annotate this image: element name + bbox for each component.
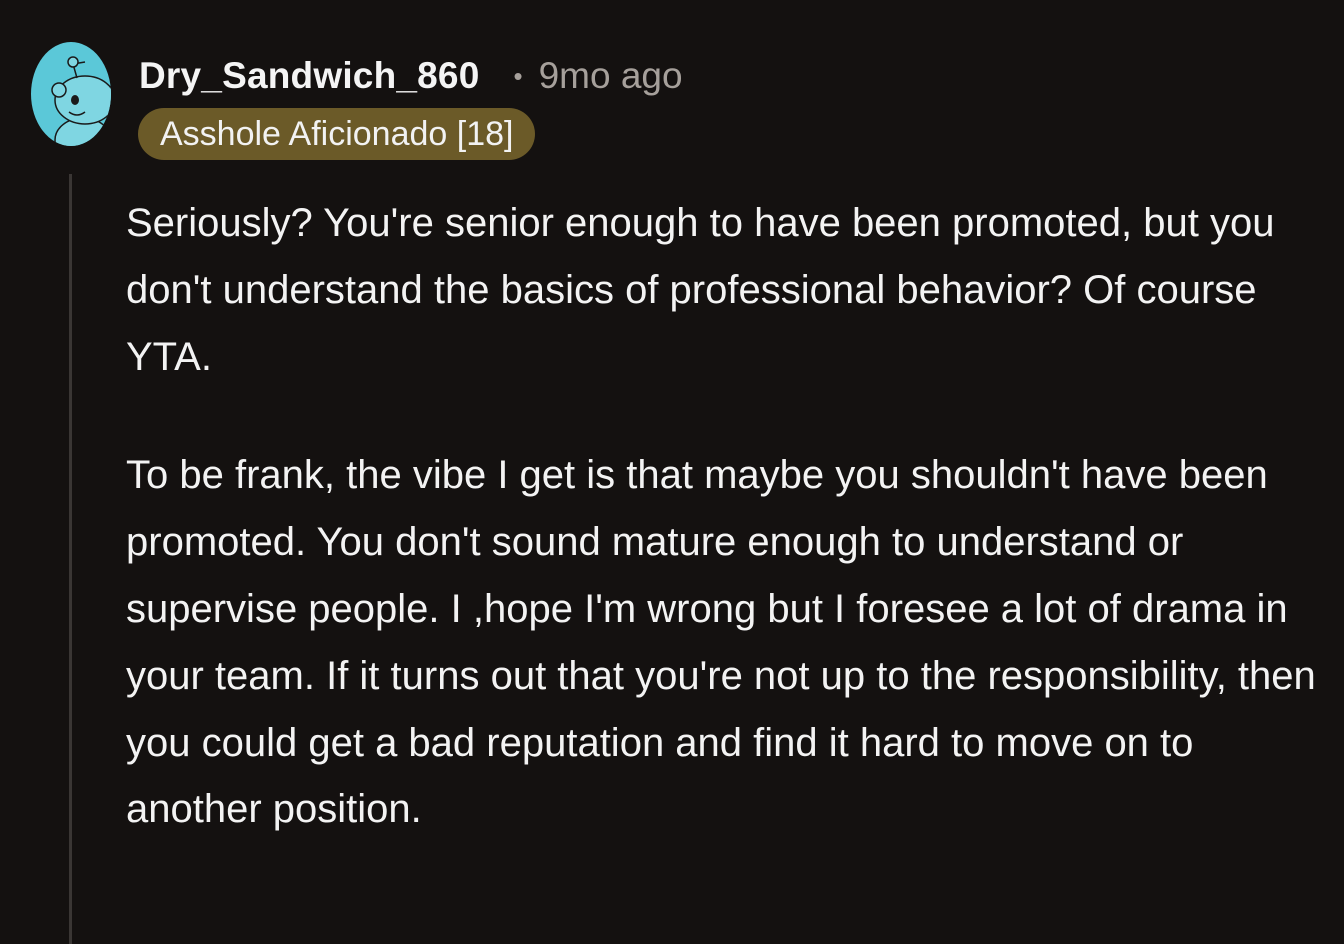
user-flair-badge[interactable]: Asshole Aficionado [18]: [138, 108, 536, 160]
comment-paragraph: To be frank, the vibe I get is that mayb…: [126, 453, 1316, 832]
snoo-avatar-icon[interactable]: [31, 42, 111, 146]
comment-body: Seriously? You're senior enough to have …: [126, 190, 1326, 843]
comment: Dry_Sandwich_860 • 9mo ago Asshole Afici…: [0, 0, 1344, 944]
comment-header: Dry_Sandwich_860 • 9mo ago: [139, 52, 683, 100]
timestamp-link[interactable]: 9mo ago: [539, 55, 683, 97]
username-link[interactable]: Dry_Sandwich_860: [139, 55, 479, 97]
comment-paragraph: Seriously? You're senior enough to have …: [126, 201, 1275, 379]
meta-separator: •: [513, 60, 523, 91]
thread-collapse-line[interactable]: [69, 174, 72, 944]
